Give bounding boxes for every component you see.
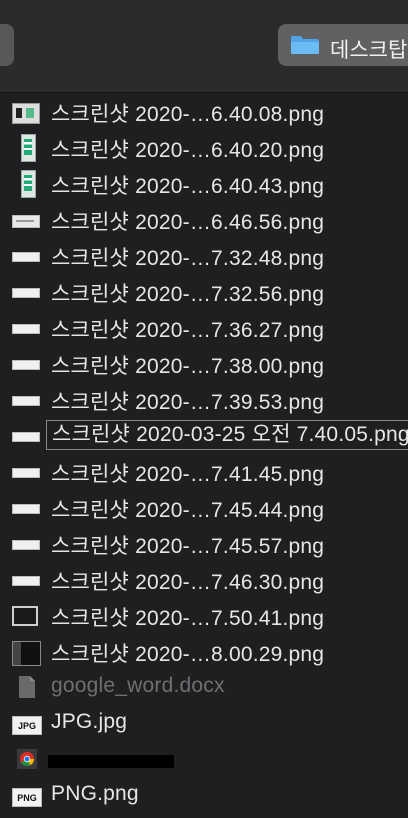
redacted-filename bbox=[48, 755, 174, 768]
file-row[interactable]: 스크린샷 2020-…7.38.00.png bbox=[0, 346, 408, 380]
file-row[interactable]: 스크린샷 2020-…7.46.30.png bbox=[0, 562, 408, 596]
file-row[interactable] bbox=[0, 742, 408, 776]
file-row[interactable]: 스크린샷 2020-…7.36.27.png bbox=[0, 310, 408, 344]
image-thumbnail-icon bbox=[21, 134, 36, 162]
image-thumbnail-icon bbox=[12, 324, 40, 334]
file-row[interactable]: 스크린샷 2020-…7.32.48.png bbox=[0, 238, 408, 272]
chrome-icon bbox=[17, 749, 37, 769]
file-row[interactable]: 스크린샷 2020-…6.40.43.png bbox=[0, 166, 408, 200]
location-popup-button[interactable]: 데스크탑 bbox=[278, 24, 408, 66]
file-name: PNG.png bbox=[51, 782, 139, 805]
file-name: 스크린샷 2020-03-25 오전 7.40.05.png bbox=[46, 420, 408, 450]
image-thumbnail-icon bbox=[12, 103, 40, 124]
image-thumbnail-icon bbox=[12, 252, 40, 262]
png-file-icon: PNG bbox=[12, 788, 42, 807]
file-name: 스크린샷 2020-…7.45.57.png bbox=[51, 535, 325, 558]
file-name: 스크린샷 2020-…7.41.45.png bbox=[51, 463, 325, 486]
image-thumbnail-icon bbox=[12, 360, 40, 370]
file-name: 스크린샷 2020-…6.46.56.png bbox=[51, 211, 325, 234]
image-thumbnail-icon bbox=[12, 468, 40, 478]
back-button[interactable] bbox=[0, 24, 14, 66]
jpg-file-icon: JPG bbox=[12, 716, 42, 735]
file-name: 스크린샷 2020-…7.50.41.png bbox=[51, 607, 325, 630]
image-thumbnail-icon bbox=[12, 576, 40, 586]
toolbar: 데스크탑 bbox=[0, 0, 408, 93]
file-name: 스크린샷 2020-…6.40.08.png bbox=[51, 103, 325, 126]
file-name: 스크린샷 2020-…6.40.20.png bbox=[51, 139, 325, 162]
image-thumbnail-icon bbox=[21, 170, 36, 198]
file-row[interactable]: 스크린샷 2020-…6.46.56.png bbox=[0, 202, 408, 236]
file-name: google_word.docx bbox=[51, 674, 225, 697]
file-row[interactable]: 스크린샷 2020-…7.41.45.png bbox=[0, 454, 408, 488]
document-icon bbox=[19, 676, 35, 698]
file-row[interactable]: google_word.docx bbox=[0, 670, 408, 704]
file-name: 스크린샷 2020-…7.36.27.png bbox=[51, 319, 325, 342]
file-row[interactable]: PNG PNG.png bbox=[0, 778, 408, 812]
file-row[interactable]: 스크린샷 2020-…6.40.08.png bbox=[0, 94, 408, 128]
image-thumbnail-icon bbox=[12, 504, 40, 514]
image-thumbnail-icon bbox=[12, 288, 40, 298]
image-thumbnail-icon bbox=[12, 540, 40, 550]
file-name: 스크린샷 2020-…7.32.56.png bbox=[51, 283, 325, 306]
file-row[interactable]: 스크린샷 2020-…7.45.57.png bbox=[0, 526, 408, 560]
image-thumbnail-icon bbox=[12, 606, 38, 626]
image-thumbnail-icon bbox=[12, 641, 41, 666]
folder-label: 데스크탑 bbox=[330, 39, 408, 62]
file-name: 스크린샷 2020-…8.00.29.png bbox=[51, 643, 325, 666]
folder-icon bbox=[291, 36, 319, 54]
file-row[interactable]: 스크린샷 2020-…6.40.20.png bbox=[0, 130, 408, 164]
file-row[interactable]: 스크린샷 2020-…7.45.44.png bbox=[0, 490, 408, 524]
image-thumbnail-icon bbox=[12, 396, 40, 406]
file-row[interactable]: 스크린샷 2020-…7.39.53.png bbox=[0, 382, 408, 416]
image-thumbnail-icon bbox=[12, 215, 40, 228]
file-name: 스크린샷 2020-…7.46.30.png bbox=[51, 571, 325, 594]
file-name: 스크린샷 2020-…7.38.00.png bbox=[51, 355, 325, 378]
file-name: 스크린샷 2020-…7.45.44.png bbox=[51, 499, 325, 522]
image-thumbnail-icon bbox=[12, 432, 40, 442]
file-name: 스크린샷 2020-…7.39.53.png bbox=[51, 391, 325, 414]
file-name: JPG.jpg bbox=[51, 710, 128, 733]
file-row[interactable]: JPG JPG.jpg bbox=[0, 706, 408, 740]
file-row[interactable]: 스크린샷 2020-…7.32.56.png bbox=[0, 274, 408, 308]
file-name: 스크린샷 2020-…7.32.48.png bbox=[51, 247, 325, 270]
file-row[interactable]: 스크린샷 2020-…7.50.41.png bbox=[0, 598, 408, 632]
file-row[interactable]: 스크린샷 2020-03-25 오전 7.40.05.png bbox=[0, 418, 408, 452]
file-name: 스크린샷 2020-…6.40.43.png bbox=[51, 175, 325, 198]
file-row[interactable]: 스크린샷 2020-…8.00.29.png bbox=[0, 634, 408, 668]
